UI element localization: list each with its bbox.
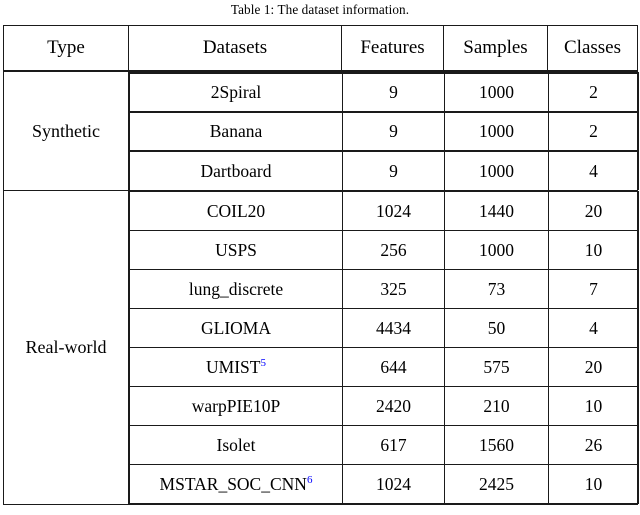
- cell-classes: 2: [548, 111, 639, 151]
- cell-dataset-name: warpPIE10P: [129, 386, 343, 426]
- table-row: UMIST5 644 575 20: [129, 347, 639, 387]
- cell-features: 1024: [342, 191, 445, 231]
- cell-classes: 10: [548, 386, 639, 426]
- footnote-reference-link[interactable]: 6: [307, 474, 313, 486]
- cell-samples: 73: [444, 269, 549, 309]
- table-row: COIL20 1024 1440 20: [129, 191, 639, 231]
- dataset-name-text: COIL20: [206, 200, 266, 221]
- dataset-name-text: warpPIE10P: [191, 395, 281, 416]
- table-row: 2Spiral 9 1000 2: [129, 72, 639, 112]
- column-header-features: Features: [341, 25, 444, 72]
- table-group-row: Real-world COIL20 1024 1440 20 USPS 256 1000 10 l…: [3, 190, 639, 505]
- cell-features: 4434: [342, 308, 445, 348]
- cell-samples: 1440: [444, 191, 549, 231]
- cell-dataset-name: Isolet: [129, 425, 343, 465]
- cell-features: 9: [342, 150, 445, 190]
- cell-samples: 575: [444, 347, 549, 387]
- cell-classes: 20: [548, 347, 639, 387]
- cell-samples: 1000: [444, 111, 549, 151]
- table-group-row: Synthetic 2Spiral 9 1000 2 Banana 9 1000 2 Dartbo…: [3, 70, 639, 191]
- group-type-cell: Real-world: [3, 190, 129, 505]
- column-header-classes: Classes: [547, 25, 638, 72]
- dataset-name-text: lung_discrete: [188, 278, 284, 299]
- cell-features: 2420: [342, 386, 445, 426]
- dataset-name-text: Isolet: [216, 434, 256, 455]
- cell-features: 1024: [342, 464, 445, 504]
- cell-dataset-name: Banana: [129, 111, 343, 151]
- table-row: USPS 256 1000 10: [129, 230, 639, 270]
- table-row: Banana 9 1000 2: [129, 111, 639, 151]
- cell-samples: 50: [444, 308, 549, 348]
- table-row: MSTAR_SOC_CNN6 1024 2425 10: [129, 464, 639, 504]
- column-header-datasets: Datasets: [128, 25, 342, 72]
- cell-dataset-name: USPS: [129, 230, 343, 270]
- cell-dataset-name: lung_discrete: [129, 269, 343, 309]
- cell-classes: 7: [548, 269, 639, 309]
- dataset-name-text: 2Spiral: [210, 82, 262, 102]
- cell-classes: 4: [548, 150, 639, 190]
- group-inner-table: 2Spiral 9 1000 2 Banana 9 1000 2 Dartboard 9 1000 4: [129, 72, 639, 190]
- cell-samples: 1000: [444, 72, 549, 112]
- header-row: Type Datasets Features Samples Classes: [3, 25, 638, 72]
- group-type-cell: Synthetic: [3, 70, 129, 191]
- cell-features: 9: [342, 72, 445, 112]
- dataset-table: Type Datasets Features Samples Classes S…: [3, 25, 639, 505]
- cell-samples: 1560: [444, 425, 549, 465]
- dataset-name-text: Banana: [209, 121, 263, 141]
- cell-samples: 1000: [444, 150, 549, 190]
- cell-classes: 4: [548, 308, 639, 348]
- table-row: lung_discrete 325 73 7: [129, 269, 639, 309]
- table-caption: Table 1: The dataset information.: [0, 1, 640, 19]
- table-row: Dartboard 9 1000 4: [129, 150, 639, 190]
- group-rows-container: COIL20 1024 1440 20 USPS 256 1000 10 lung_discre…: [128, 190, 639, 505]
- table-page: Table 1: The dataset information. Type D…: [0, 0, 640, 515]
- cell-dataset-name: UMIST5: [129, 347, 343, 387]
- table-header: Type Datasets Features Samples Classes: [3, 25, 638, 72]
- column-header-type: Type: [3, 25, 129, 72]
- table-body: Synthetic 2Spiral 9 1000 2 Banana 9 1000 2 Dartbo…: [3, 70, 639, 505]
- dataset-name-text: MSTAR_SOC_CNN: [159, 473, 307, 494]
- dataset-name-text: UMIST: [206, 356, 261, 377]
- cell-dataset-name: GLIOMA: [129, 308, 343, 348]
- cell-features: 9: [342, 111, 445, 151]
- group-rows-container: 2Spiral 9 1000 2 Banana 9 1000 2 Dartboard 9 1000 4: [128, 70, 639, 191]
- cell-features: 256: [342, 230, 445, 270]
- group-inner-table: COIL20 1024 1440 20 USPS 256 1000 10 lung_discre…: [129, 191, 639, 504]
- cell-features: 617: [342, 425, 445, 465]
- cell-dataset-name: Dartboard: [129, 150, 343, 190]
- cell-classes: 20: [548, 191, 639, 231]
- table-row: GLIOMA 4434 50 4: [129, 308, 639, 348]
- cell-classes: 10: [548, 464, 639, 504]
- cell-samples: 2425: [444, 464, 549, 504]
- footnote-reference-link[interactable]: 5: [260, 357, 266, 369]
- cell-classes: 2: [548, 72, 639, 112]
- cell-dataset-name: COIL20: [129, 191, 343, 231]
- cell-dataset-name: MSTAR_SOC_CNN6: [129, 464, 343, 504]
- cell-samples: 1000: [444, 230, 549, 270]
- cell-classes: 10: [548, 230, 639, 270]
- cell-dataset-name: 2Spiral: [129, 72, 343, 112]
- caption-label: Table 1:: [230, 2, 275, 17]
- cell-features: 325: [342, 269, 445, 309]
- table-row: warpPIE10P 2420 210 10: [129, 386, 639, 426]
- table-row: Isolet 617 1560 26: [129, 425, 639, 465]
- column-header-samples: Samples: [443, 25, 548, 72]
- cell-features: 644: [342, 347, 445, 387]
- dataset-table-wrapper: Type Datasets Features Samples Classes S…: [3, 25, 639, 505]
- caption-text: The dataset information.: [277, 2, 410, 17]
- dataset-name-text: Dartboard: [200, 160, 272, 181]
- cell-samples: 210: [444, 386, 549, 426]
- dataset-name-text: USPS: [215, 239, 257, 260]
- dataset-name-text: GLIOMA: [201, 317, 271, 338]
- cell-classes: 26: [548, 425, 639, 465]
